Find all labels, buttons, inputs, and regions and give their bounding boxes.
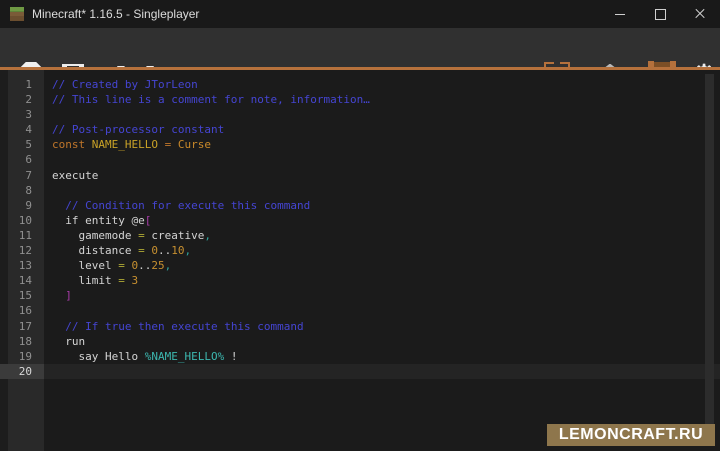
minimize-button[interactable]	[600, 0, 640, 28]
code-line[interactable]: say Hello %NAME_HELLO% !	[44, 349, 720, 364]
line-number: 16	[0, 303, 44, 318]
code-line[interactable]	[44, 303, 720, 318]
line-number: 5	[0, 137, 44, 152]
watermark: LEMONCRAFT.RU	[547, 424, 715, 446]
line-number: 15	[0, 288, 44, 303]
code-line[interactable]: // This line is a comment for note, info…	[44, 92, 720, 107]
line-number: 2	[0, 92, 44, 107]
line-number: 7	[0, 168, 44, 183]
code-editor[interactable]: 1234567891011121314151617181920 // Creat…	[0, 70, 720, 451]
code-line[interactable]: // Post-processor constant	[44, 122, 720, 137]
line-number: 10	[0, 213, 44, 228]
close-button[interactable]	[680, 0, 720, 28]
line-number: 12	[0, 243, 44, 258]
line-number: 14	[0, 273, 44, 288]
code-line[interactable]: gamemode = creative,	[44, 228, 720, 243]
vertical-scrollbar[interactable]	[705, 74, 714, 432]
code-line[interactable]: run	[44, 334, 720, 349]
line-number: 6	[0, 152, 44, 167]
code-line[interactable]: ]	[44, 288, 720, 303]
line-number: 4	[0, 122, 44, 137]
code-line[interactable]: const NAME_HELLO = Curse	[44, 137, 720, 152]
close-icon	[694, 8, 706, 20]
maximize-button[interactable]	[640, 0, 680, 28]
code-line[interactable]	[44, 107, 720, 122]
line-number: 20	[0, 364, 44, 379]
line-number: 3	[0, 107, 44, 122]
line-number: 13	[0, 258, 44, 273]
code-line[interactable]: // Created by JTorLeon	[44, 77, 720, 92]
line-number: 11	[0, 228, 44, 243]
window-controls	[600, 0, 720, 28]
code-line[interactable]	[44, 364, 720, 379]
minecraft-editor-window: Minecraft* 1.16.5 - Singleplayer ↺ ↻	[0, 0, 720, 451]
toolbar: ↺ ↻ ⚙	[0, 28, 720, 67]
line-number: 17	[0, 319, 44, 334]
line-number: 8	[0, 183, 44, 198]
code-line[interactable]: level = 0..25,	[44, 258, 720, 273]
line-number: 18	[0, 334, 44, 349]
code-line[interactable]	[44, 152, 720, 167]
gutter: 1234567891011121314151617181920	[0, 70, 44, 451]
code-lines[interactable]: // Created by JTorLeon// This line is a …	[44, 70, 720, 451]
line-number: 9	[0, 198, 44, 213]
code-line[interactable]: if entity @e[	[44, 213, 720, 228]
line-number: 19	[0, 349, 44, 364]
code-line[interactable]	[44, 183, 720, 198]
titlebar: Minecraft* 1.16.5 - Singleplayer	[0, 0, 720, 28]
minimize-icon	[615, 14, 625, 15]
code-line[interactable]: distance = 0..10,	[44, 243, 720, 258]
code-line[interactable]: // If true then execute this command	[44, 319, 720, 334]
window-title: Minecraft* 1.16.5 - Singleplayer	[32, 7, 199, 21]
line-number: 1	[0, 77, 44, 92]
code-line[interactable]: // Condition for execute this command	[44, 198, 720, 213]
minecraft-grass-block-icon	[10, 7, 24, 21]
code-line[interactable]: limit = 3	[44, 273, 720, 288]
maximize-icon	[655, 9, 666, 20]
code-line[interactable]: execute	[44, 168, 720, 183]
